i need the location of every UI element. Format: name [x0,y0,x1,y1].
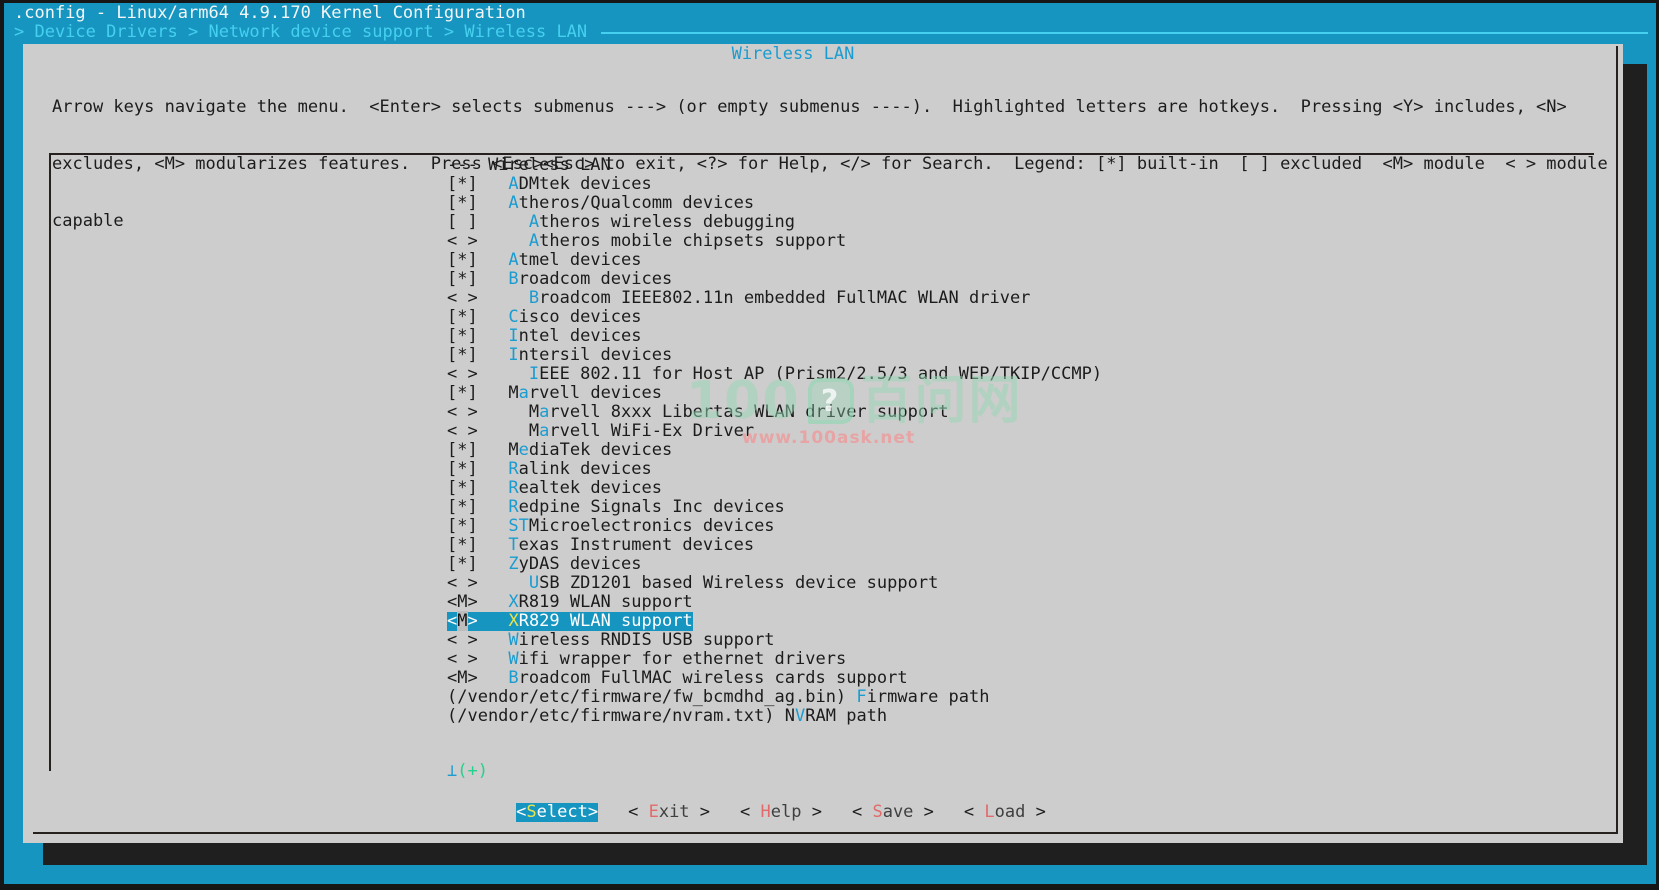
menu-item[interactable]: [*] Intel devices [447,327,1102,346]
kernel-config-title: .config - Linux/arm64 4.9.170 Kernel Con… [14,4,526,23]
button-save[interactable]: < Save > [852,803,934,822]
scroll-more-label: (+) [457,761,488,781]
watermark-number: 100 [686,392,801,411]
screen-border [0,884,1659,890]
menu-item[interactable]: < > Wifi wrapper for ethernet drivers [447,650,1102,669]
menu-item[interactable]: [*] Cisco devices [447,308,1102,327]
screen-border [0,0,1659,3]
menu-item[interactable]: (/vendor/etc/firmware/nvram.txt) NVRAM p… [447,707,1102,726]
watermark-cn-text: 百问网 [861,392,1023,411]
menu-item[interactable]: [*] Broadcom devices [447,270,1102,289]
menu-item[interactable]: --- Wireless LAN [447,156,1102,175]
menu-item[interactable]: [*] Atheros/Qualcomm devices [447,194,1102,213]
menu-item[interactable]: [*] Atmel devices [447,251,1102,270]
dialog-right-border [1616,46,1618,834]
scroll-down-indicator: ⊥(+) [447,762,488,781]
breadcrumb-rule [601,32,1648,34]
cursor: M [457,611,467,631]
menu-item[interactable]: [*] ZyDAS devices [447,555,1102,574]
menu-item[interactable]: [*] ADMtek devices [447,175,1102,194]
menu-item[interactable]: <M> XR819 WLAN support [447,593,1102,612]
breadcrumb: > Device Drivers > Network device suppor… [14,23,587,42]
menu-item-selected[interactable]: <M> XR829 WLAN support [447,612,1102,631]
button-select[interactable]: <Select> [516,803,598,822]
watermark-logo: 100 ? 百问网 [686,378,1023,424]
menu-item[interactable]: < > Wireless RNDIS USB support [447,631,1102,650]
question-bubble-icon: ? [808,378,854,424]
watermark-url: www.100ask.net [742,429,915,448]
button-row: <Select> < Exit > < Help > < Save > < Load > [23,803,1539,822]
dialog-bottom-border [33,832,1618,834]
menu-item[interactable]: < > Broadcom IEEE802.11n embedded FullMA… [447,289,1102,308]
menu-item[interactable]: <M> Broadcom FullMAC wireless cards supp… [447,669,1102,688]
terminal-screen: .config - Linux/arm64 4.9.170 Kernel Con… [0,0,1659,890]
menu-item[interactable]: [*] STMicroelectronics devices [447,517,1102,536]
menu-item[interactable]: [*] Ralink devices [447,460,1102,479]
menu-item[interactable]: < > Atheros mobile chipsets support [447,232,1102,251]
button-load[interactable]: < Load > [964,803,1046,822]
menu-item[interactable]: < > USB ZD1201 based Wireless device sup… [447,574,1102,593]
instructions-line: Arrow keys navigate the menu. <Enter> se… [52,98,1608,117]
button-exit[interactable]: < Exit > [628,803,710,822]
button-help[interactable]: < Help > [740,803,822,822]
menu-item[interactable]: [*] Redpine Signals Inc devices [447,498,1102,517]
screen-border [0,0,4,890]
scroll-down-arrow-icon: ⊥ [447,761,457,781]
menu-item[interactable]: [*] Texas Instrument devices [447,536,1102,555]
menu-item[interactable]: [*] Intersil devices [447,346,1102,365]
menu-item[interactable]: [ ] Atheros wireless debugging [447,213,1102,232]
menu-item[interactable]: [*] Realtek devices [447,479,1102,498]
menu-item[interactable]: (/vendor/etc/firmware/fw_bcmdhd_ag.bin) … [447,688,1102,707]
